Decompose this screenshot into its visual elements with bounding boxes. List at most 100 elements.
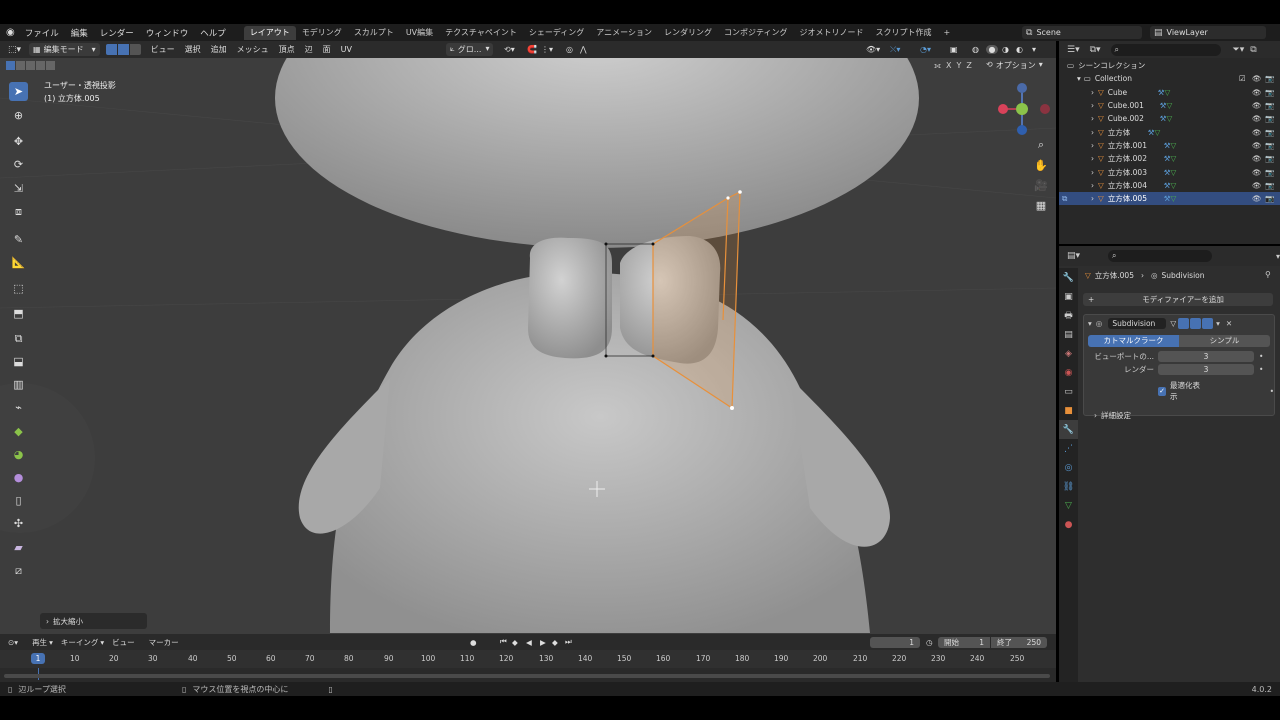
timeline-ruler[interactable]: 1 10 20 30 40 50 60 70 80 90 100 110 120… (0, 650, 1056, 668)
render-levels-field[interactable]: 3 (1158, 364, 1254, 375)
render-tab[interactable]: ▣ (1059, 287, 1078, 306)
tool-shrink-fatten[interactable]: ✣ (9, 514, 28, 533)
3d-viewport[interactable]: ユーザー・透視投影 (1) 立方体.005 ⟗ X Y Z ⟲ オプション ▾ … (0, 58, 1056, 634)
eye-icon[interactable]: 👁 (1252, 101, 1262, 110)
view-layer-selector[interactable]: ▤ ViewLayer (1150, 26, 1266, 39)
menu-edit[interactable]: 編集 (71, 27, 88, 39)
chevron-down-icon[interactable]: ▾ (1088, 319, 1092, 328)
view-layer-tab[interactable]: ▤ (1059, 325, 1078, 344)
keyframe-dot-icon[interactable]: • (1259, 365, 1263, 374)
playback-menu[interactable]: 再生 (32, 637, 47, 648)
tab-uv[interactable]: UV編集 (400, 26, 439, 40)
outliner-item[interactable]: › ▽ Cube.002 ⚒ ▽ 👁 📷 (1059, 112, 1280, 125)
object-tab[interactable]: ■ (1059, 401, 1078, 420)
prev-keyframe-icon[interactable]: ◆ (512, 638, 518, 647)
camera-icon[interactable]: 📷 (1265, 154, 1274, 163)
collection-row[interactable]: ▾ ▭ Collection ☑ 👁 📷 (1059, 72, 1280, 85)
add-menu[interactable]: 追加 (211, 44, 227, 55)
tool-inset[interactable]: ⧉ (9, 329, 28, 348)
edit-cage-icon[interactable]: ▽ (1170, 319, 1176, 328)
tool-select-box[interactable]: ➤ (9, 82, 28, 101)
outliner-editor-icon[interactable]: ☰▾ (1067, 45, 1080, 55)
mirror-icon[interactable]: ⟗ (934, 61, 941, 71)
camera-icon[interactable]: 📷 (1265, 88, 1274, 97)
tab-sculpt[interactable]: スカルプト (348, 26, 400, 40)
camera-icon[interactable]: 📷 (1265, 168, 1274, 177)
camera-icon[interactable]: 📷 (1265, 101, 1274, 110)
overlay-toggle-icon[interactable]: ◔▾ (920, 45, 931, 54)
vertex-select-icon[interactable] (105, 44, 117, 55)
tool-move[interactable]: ✥ (9, 132, 28, 151)
visibility-icon[interactable]: 👁▾ (866, 45, 880, 54)
optimal-display-checkbox[interactable]: ✓ (1158, 386, 1167, 396)
select-invert-icon[interactable] (36, 61, 45, 70)
tab-modeling[interactable]: モデリング (296, 26, 348, 40)
tool-spin[interactable]: ◕ (9, 445, 28, 464)
mesh-menu[interactable]: メッシュ (237, 44, 269, 55)
shading-options-icon[interactable]: ▾ (1032, 45, 1036, 54)
tool-bevel[interactable]: ⬓ (9, 352, 28, 371)
chevron-down-icon[interactable]: ▾ (1276, 252, 1280, 261)
tool-knife[interactable]: ⌁ (9, 398, 28, 417)
properties-editor-icon[interactable]: ▤▾ (1067, 251, 1080, 261)
current-frame-field[interactable]: 1 (870, 636, 920, 648)
marker-menu[interactable]: マーカー (149, 637, 179, 648)
scene-selector[interactable]: ⧉ Scene (1022, 26, 1142, 39)
world-tab[interactable]: ◉ (1059, 363, 1078, 382)
physics-tab[interactable]: ◎ (1059, 458, 1078, 477)
outliner-search[interactable]: ⌕ (1110, 43, 1221, 56)
display-mode-icon[interactable]: ⧉▾ (1090, 45, 1101, 55)
shading-solid-icon[interactable]: ● (986, 45, 998, 54)
next-keyframe-icon[interactable]: ◆ (552, 638, 558, 647)
tool-loop-cut[interactable]: ▥ (9, 375, 28, 394)
face-select-icon[interactable] (129, 44, 141, 55)
edge-select-icon[interactable] (117, 44, 129, 55)
edge-menu[interactable]: 辺 (305, 44, 313, 55)
keyframe-dot-icon[interactable]: • (1270, 387, 1274, 396)
outliner-item-selected[interactable]: ⧉ › ▽ 立方体.005 ⚒ ▽ 👁 📷 (1059, 191, 1280, 206)
filter-icon[interactable]: ⏷▾ (1233, 45, 1245, 55)
clock-icon[interactable]: ◷ (926, 638, 933, 647)
proportional-edit-icon[interactable]: ◎ (566, 45, 573, 54)
select-intersect-icon[interactable] (46, 61, 55, 70)
camera-view-button[interactable]: 🎥 (1032, 176, 1050, 194)
keying-menu[interactable]: キーイング (61, 637, 99, 648)
pivot-icon[interactable]: ⟲▾ (504, 45, 515, 54)
end-frame-field[interactable]: 終了 250 (991, 636, 1047, 648)
play-reverse-icon[interactable]: ◀ (526, 638, 532, 647)
levels-viewport-field[interactable]: 3 (1158, 351, 1254, 362)
material-tab[interactable]: ● (1059, 515, 1078, 534)
select-new-icon[interactable] (6, 61, 15, 70)
outliner-item[interactable]: › ▽ 立方体.001 ⚒ ▽ 👁 📷 (1059, 139, 1280, 152)
record-icon[interactable]: ● (470, 638, 477, 647)
shading-wireframe-icon[interactable]: ◍ (972, 45, 979, 54)
last-operator-panel[interactable]: › 拡大縮小 (40, 613, 147, 629)
axis-x[interactable]: X (946, 61, 951, 71)
eye-icon[interactable]: 👁 (1252, 74, 1262, 83)
eye-icon[interactable]: 👁 (1252, 168, 1262, 177)
shading-rendered-icon[interactable]: ◐ (1016, 45, 1023, 54)
shading-material-icon[interactable]: ◑ (1002, 45, 1009, 54)
snap-target-icon[interactable]: ⋮▾ (541, 45, 553, 54)
particles-tab[interactable]: ⋰ (1059, 439, 1078, 458)
eye-icon[interactable]: 👁 (1252, 154, 1262, 163)
modifiers-tab[interactable]: 🔧 (1059, 420, 1078, 439)
view-menu[interactable]: ビュー (151, 44, 175, 55)
play-icon[interactable]: ▶ (540, 638, 546, 647)
add-modifier-button[interactable]: + モディファイアーを追加 (1083, 293, 1273, 306)
camera-icon[interactable]: 📷 (1265, 114, 1274, 123)
editor-type-icon[interactable]: ⬚▾ (8, 45, 21, 55)
gizmo-toggle-icon[interactable]: ⤬▾ (890, 45, 900, 55)
camera-icon[interactable]: 📷 (1265, 128, 1274, 137)
tab-scripting[interactable]: スクリプト作成 (870, 26, 938, 40)
camera-icon[interactable]: 📷 (1265, 194, 1274, 203)
tool-smooth[interactable]: ● (9, 468, 28, 487)
face-menu[interactable]: 面 (323, 44, 331, 55)
tool-shear[interactable]: ▰ (9, 538, 28, 557)
edit-mode-indicator-icon[interactable]: ⧉ (1062, 194, 1067, 204)
add-workspace-button[interactable]: + (938, 26, 957, 40)
menu-window[interactable]: ウィンドウ (146, 27, 189, 39)
outliner-item[interactable]: › ▽ 立方体 ⚒ ▽ 👁 📷 (1059, 125, 1280, 138)
axis-z[interactable]: Z (966, 61, 971, 71)
menu-file[interactable]: ファイル (25, 27, 59, 39)
